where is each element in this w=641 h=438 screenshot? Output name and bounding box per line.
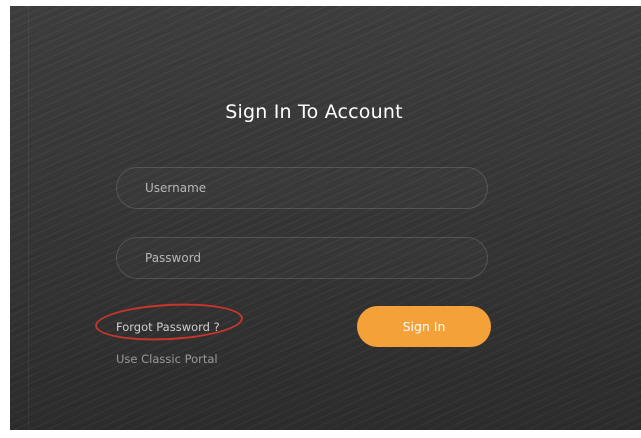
username-field-container: [116, 167, 488, 209]
sign-in-button[interactable]: Sign In: [357, 306, 491, 347]
page-title: Sign In To Account: [225, 101, 403, 123]
forgot-password-link[interactable]: Forgot Password ?: [116, 320, 220, 334]
classic-portal-link[interactable]: Use Classic Portal: [116, 352, 218, 366]
panel-divider: [28, 6, 29, 430]
password-input[interactable]: [117, 238, 487, 278]
login-panel: Sign In To Account Forgot Password ? Use…: [10, 6, 641, 430]
username-input[interactable]: [117, 168, 487, 208]
password-field-container: [116, 237, 488, 279]
